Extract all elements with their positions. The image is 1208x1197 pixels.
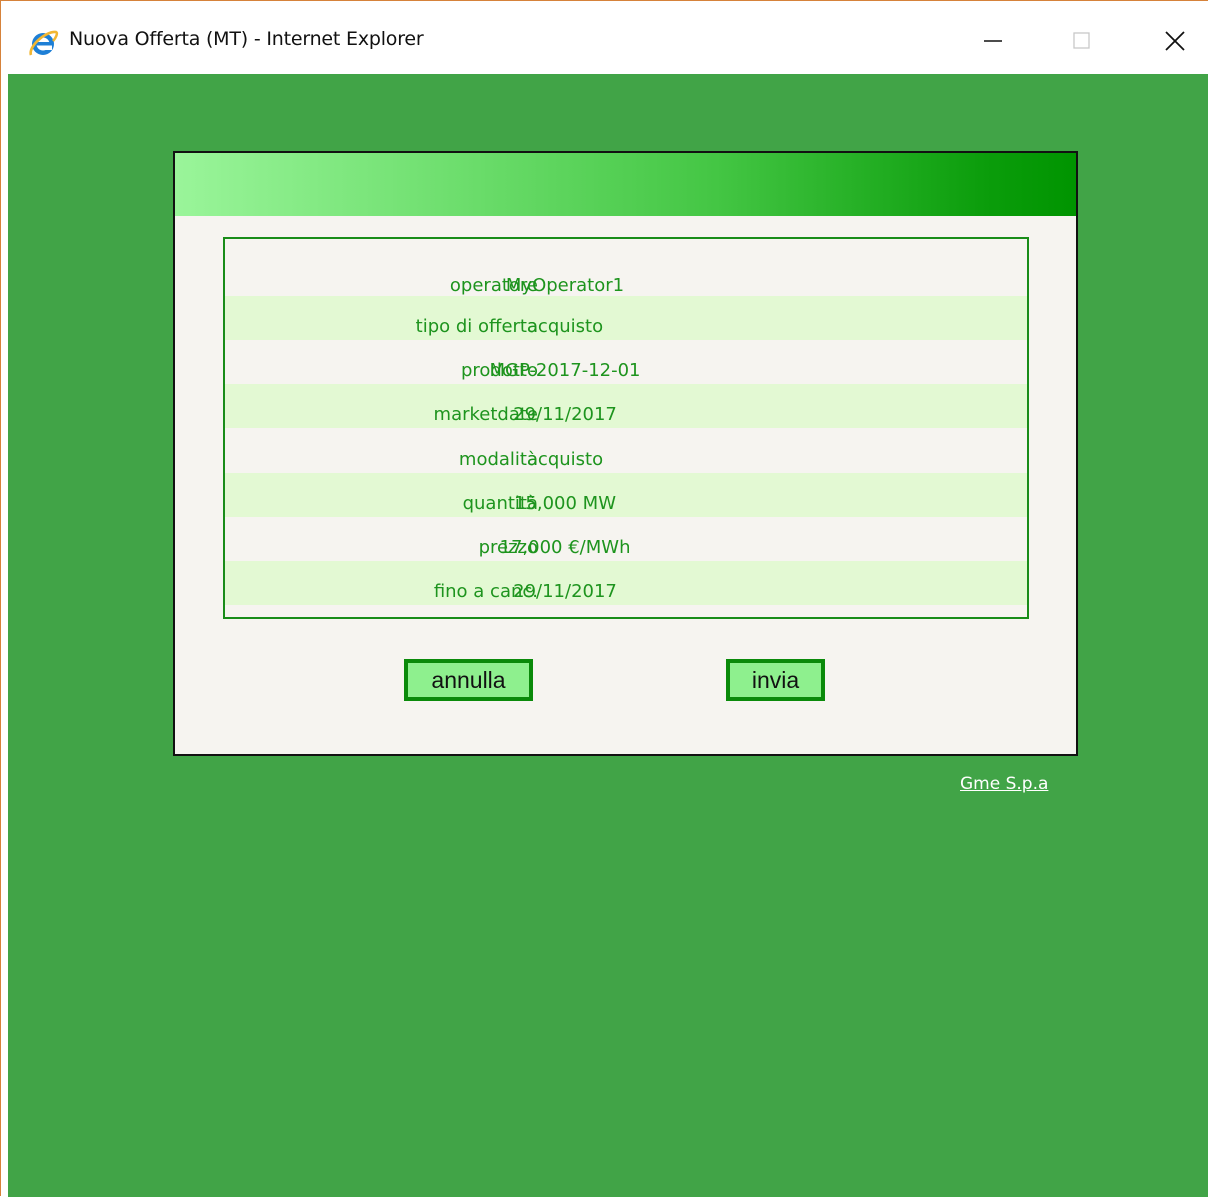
close-button[interactable]	[1152, 19, 1198, 63]
gme-footer-link[interactable]: Gme S.p.a	[960, 774, 1048, 794]
cancel-button[interactable]: annulla	[404, 659, 533, 701]
title-bar: Nuova Offerta (MT) - Internet Explorer	[1, 1, 1208, 74]
page-content: operatore MyOperator1 tipo di offerta ac…	[8, 74, 1208, 1197]
row-prodotto: prodotto MGP-2017-12-01	[225, 340, 1027, 384]
row-operatore: operatore MyOperator1	[225, 255, 1027, 299]
row-value: 15,000 MW	[513, 493, 617, 514]
minimize-icon	[984, 40, 1002, 42]
offer-panel: operatore MyOperator1 tipo di offerta ac…	[173, 151, 1078, 756]
row-value: 17,000 €/MWh	[499, 537, 631, 558]
minimize-button[interactable]	[970, 19, 1016, 63]
row-value: acquisto	[526, 449, 604, 470]
panel-header-banner	[175, 153, 1076, 216]
row-prezzo: prezzo 17,000 €/MWh	[225, 517, 1027, 561]
row-modalita: modalità acquisto	[225, 429, 1027, 473]
row-marketdate: marketdate 29/11/2017	[225, 384, 1027, 428]
row-tipo-di-offerta: tipo di offerta acquisto	[225, 296, 1027, 340]
browser-window: Nuova Offerta (MT) - Internet Explorer o…	[0, 0, 1208, 1197]
window-title: Nuova Offerta (MT) - Internet Explorer	[69, 28, 424, 50]
row-value: MyOperator1	[505, 275, 625, 296]
offer-details-table: operatore MyOperator1 tipo di offerta ac…	[223, 237, 1029, 619]
submit-button[interactable]: invia	[726, 659, 825, 701]
close-icon	[1165, 31, 1185, 51]
row-quantita: quantità 15,000 MW	[225, 473, 1027, 517]
maximize-button[interactable]	[1059, 19, 1105, 63]
row-value: 29/11/2017	[513, 404, 617, 425]
row-value: acquisto	[526, 316, 604, 337]
row-fino-a-canc: fino a canc. 29/11/2017	[225, 561, 1027, 605]
row-value: MGP-2017-12-01	[489, 360, 641, 381]
internet-explorer-icon	[27, 27, 59, 59]
maximize-icon	[1073, 32, 1090, 49]
row-value: 29/11/2017	[513, 581, 617, 602]
